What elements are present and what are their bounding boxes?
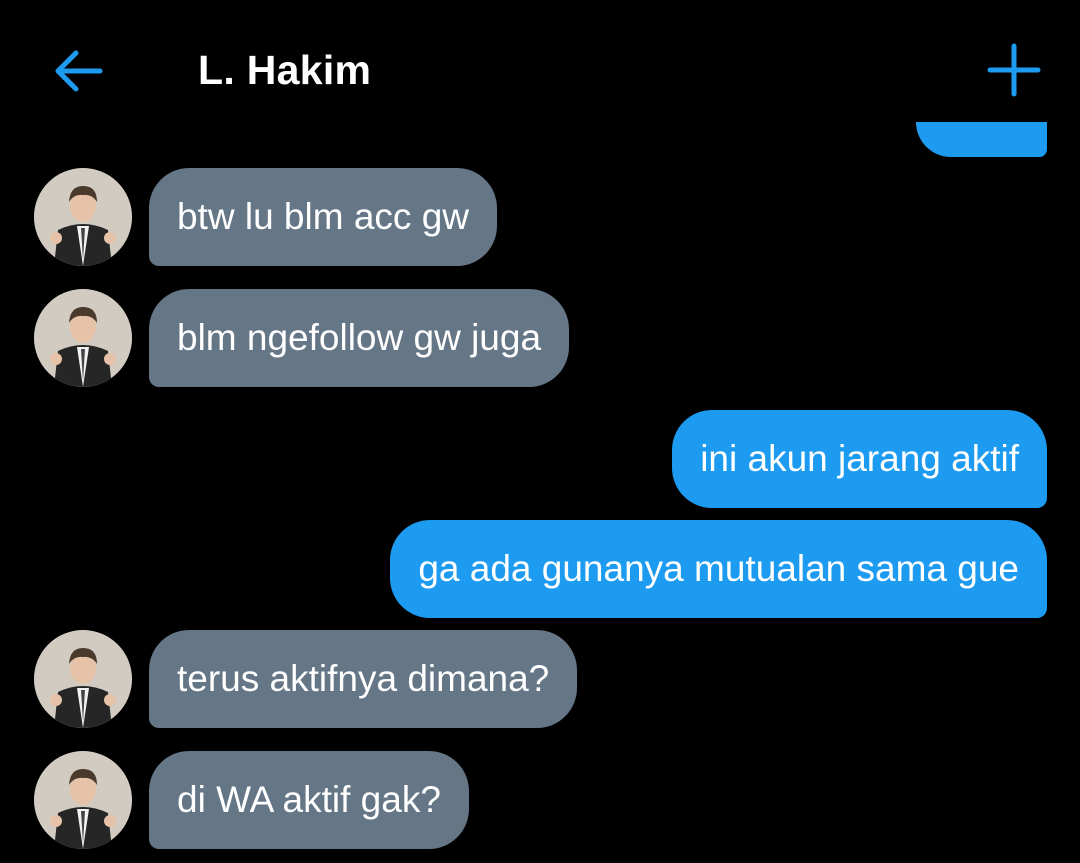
avatar[interactable] xyxy=(34,630,132,728)
partial-outgoing-bubble xyxy=(916,122,1047,157)
outgoing-message-bubble[interactable]: ini akun jarang aktif xyxy=(672,410,1047,508)
incoming-message-bubble[interactable]: di WA aktif gak? xyxy=(149,751,469,849)
avatar[interactable] xyxy=(34,751,132,849)
avatar[interactable] xyxy=(34,289,132,387)
message-row: btw lu blm acc gw xyxy=(0,168,1080,268)
incoming-message-bubble[interactable]: terus aktifnya dimana? xyxy=(149,630,578,728)
message-row: di WA aktif gak? xyxy=(0,751,1080,851)
back-button[interactable] xyxy=(50,46,106,96)
message-row: blm ngefollow gw juga xyxy=(0,289,1080,389)
outgoing-message-bubble[interactable]: ga ada gunanya mutualan sama gue xyxy=(390,520,1047,618)
plus-icon xyxy=(987,43,1041,97)
avatar[interactable] xyxy=(34,168,132,266)
conversation-title[interactable]: L. Hakim xyxy=(198,44,371,96)
incoming-message-bubble[interactable]: btw lu blm acc gw xyxy=(149,168,497,266)
arrow-left-icon xyxy=(55,50,103,92)
conversation-header: L. Hakim xyxy=(0,0,1080,140)
add-button[interactable] xyxy=(986,42,1042,98)
incoming-message-bubble[interactable]: blm ngefollow gw juga xyxy=(149,289,570,387)
message-row: terus aktifnya dimana? xyxy=(0,630,1080,730)
